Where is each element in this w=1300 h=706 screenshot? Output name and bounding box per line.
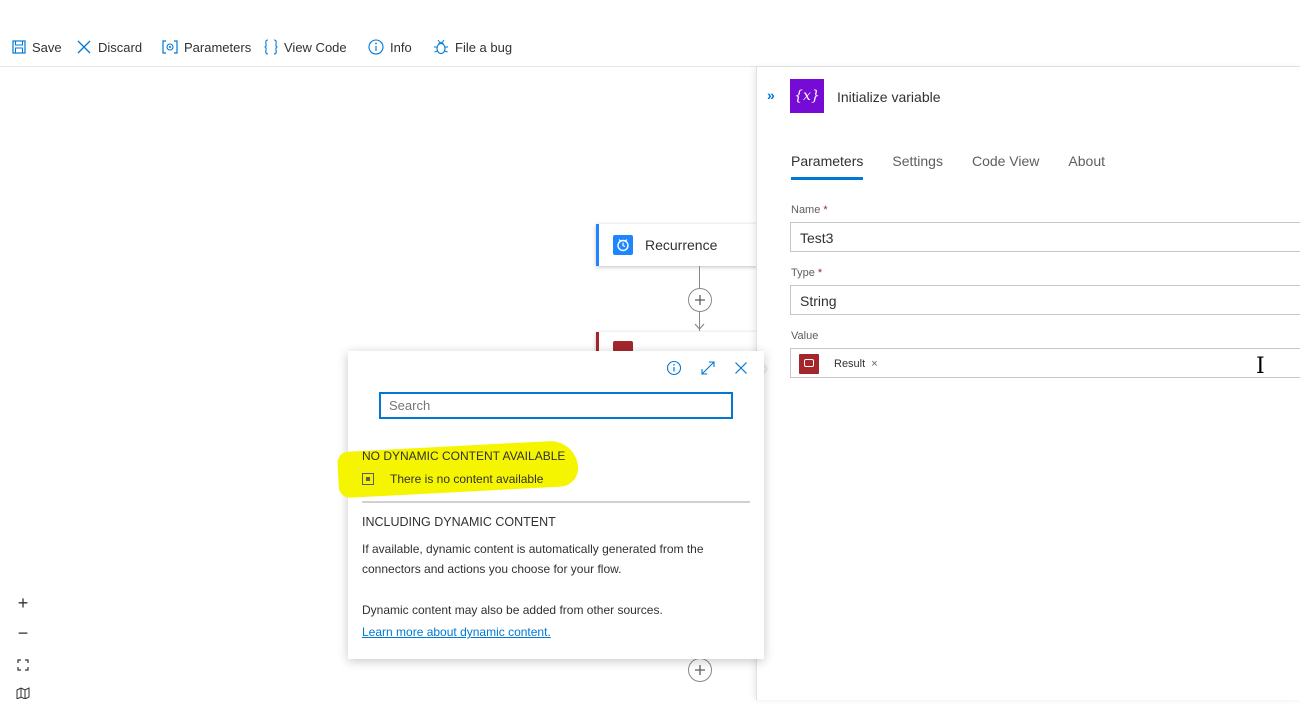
token-remove-icon[interactable]: × [871, 358, 877, 370]
tab-settings[interactable]: Settings [892, 153, 943, 180]
tab-parameters[interactable]: Parameters [791, 153, 864, 180]
type-select[interactable]: String [790, 285, 1300, 315]
file-bug-label: File a bug [455, 39, 513, 55]
fit-view-icon [17, 659, 29, 671]
save-label: Save [32, 39, 62, 55]
arrow-down-icon [694, 323, 705, 330]
plus-icon [695, 665, 705, 675]
bug-icon [434, 39, 448, 55]
zoom-out-icon: − [17, 622, 29, 643]
collapse-panel-icon[interactable]: » [767, 87, 775, 103]
divider [362, 501, 750, 503]
expand-icon[interactable] [699, 359, 717, 377]
recurrence-card[interactable]: Recurrence [596, 224, 759, 266]
close-icon [77, 40, 91, 54]
dynamic-content-popup: NO DYNAMIC CONTENT AVAILABLE There is no… [336, 351, 764, 659]
info-button[interactable]: Info [368, 38, 412, 56]
including-dynamic-content-heading: INCLUDING DYNAMIC CONTENT [362, 515, 556, 529]
required-mark: * [817, 267, 823, 279]
plus-icon [695, 295, 705, 305]
tab-code-view[interactable]: Code View [972, 153, 1039, 180]
map-icon [16, 687, 30, 699]
view-code-label: View Code [284, 39, 347, 55]
minimap-button[interactable] [10, 680, 36, 706]
parameters-button[interactable]: Parameters [162, 38, 251, 56]
parameters-icon [162, 40, 178, 54]
file-bug-button[interactable]: File a bug [433, 38, 512, 56]
value-input[interactable]: Result × I [790, 348, 1300, 379]
discard-button[interactable]: Discard [76, 38, 142, 56]
add-step-button[interactable] [688, 288, 712, 312]
dynamic-content-search-input[interactable] [379, 392, 733, 419]
dynamic-token[interactable]: Result × [799, 353, 878, 375]
panel-tabs: Parameters Settings Code View About [791, 153, 1134, 180]
learn-more-link[interactable]: Learn more about dynamic content. [362, 625, 551, 639]
name-field-label: Name * [791, 204, 828, 216]
required-mark: * [823, 204, 828, 216]
name-input[interactable]: Test3 [790, 222, 1300, 252]
text-cursor-icon: I [1256, 354, 1265, 379]
view-code-button[interactable]: View Code [264, 38, 347, 56]
tab-about[interactable]: About [1068, 153, 1105, 180]
info-icon[interactable] [665, 359, 683, 377]
fit-view-button[interactable] [10, 652, 36, 678]
discard-label: Discard [98, 39, 143, 55]
parameters-label: Parameters [184, 39, 252, 55]
empty-content-icon [362, 473, 374, 485]
type-field-label: Type * [791, 267, 823, 279]
no-dynamic-content-heading: NO DYNAMIC CONTENT AVAILABLE [362, 449, 566, 463]
value-field-label: Value [791, 330, 819, 342]
panel-title[interactable]: Initialize variable [837, 89, 941, 105]
zoom-out-button[interactable]: − [10, 620, 36, 646]
zoom-in-button[interactable]: + [10, 590, 36, 616]
info-label: Info [390, 39, 412, 55]
recurrence-label: Recurrence [645, 237, 718, 253]
code-braces-icon [264, 39, 278, 55]
clock-icon [613, 235, 633, 255]
no-content-text: There is no content available [390, 472, 544, 486]
token-icon [799, 354, 819, 374]
close-icon[interactable] [732, 359, 750, 377]
action-details-panel: » {x} Initialize variable Parameters Set… [756, 67, 1300, 700]
no-content-row: There is no content available [362, 472, 543, 486]
zoom-in-icon: + [17, 592, 29, 613]
variable-icon: {x} [790, 79, 824, 113]
including-dynamic-content-text: If available, dynamic content is automat… [362, 542, 704, 576]
other-sources-text: Dynamic content may also be added from o… [362, 603, 663, 617]
save-icon [12, 40, 26, 54]
save-button[interactable]: Save [12, 38, 62, 56]
info-icon [368, 39, 384, 55]
add-step-button-bottom[interactable] [688, 658, 712, 682]
toolbar: Save Discard Parameters View Code Info F… [0, 0, 1300, 67]
token-label: Result [834, 358, 866, 370]
